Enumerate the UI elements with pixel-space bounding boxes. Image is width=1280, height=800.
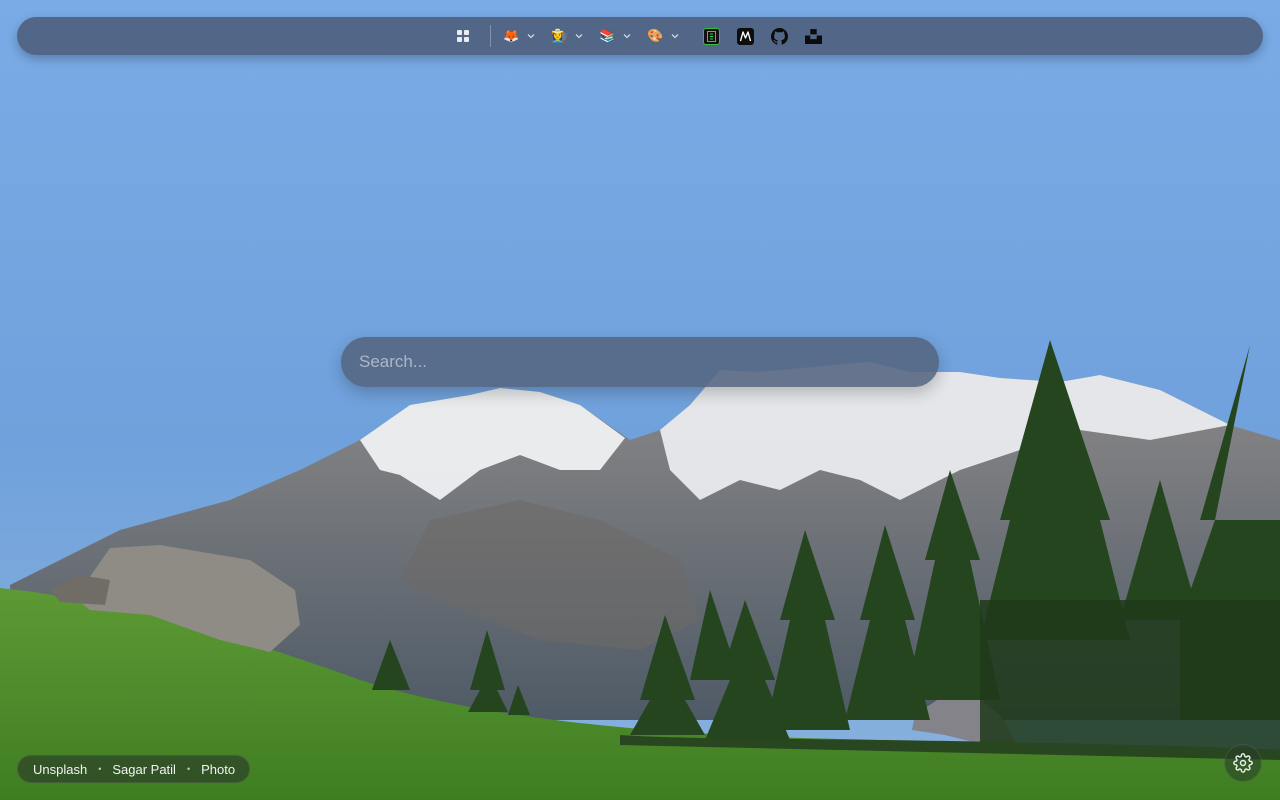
- bookmark-bar-divider: [489, 25, 491, 47]
- person-emoji-icon: 👩‍🌾: [551, 28, 568, 43]
- credit-author-link[interactable]: Sagar Patil: [112, 762, 176, 777]
- settings-button[interactable]: [1224, 744, 1262, 782]
- wallpaper-photo: [0, 0, 1280, 800]
- fox-emoji-icon: 🦊: [503, 28, 520, 43]
- gear-icon: [1233, 753, 1253, 773]
- chevron-down-icon: [527, 34, 534, 39]
- m-logo-icon: [737, 27, 754, 45]
- chevron-down-icon: [623, 34, 630, 39]
- search-input[interactable]: [341, 337, 939, 387]
- github-icon: [771, 27, 788, 45]
- bookmark-link-m[interactable]: [736, 26, 756, 46]
- credit-source-link[interactable]: Unsplash: [33, 762, 87, 777]
- bookmark-folder-person[interactable]: 👩‍🌾: [551, 23, 585, 49]
- terminal-site-icon: [703, 27, 720, 45]
- credit-separator: •: [98, 764, 102, 774]
- apps-grid-button[interactable]: [450, 23, 476, 49]
- credit-separator: •: [186, 764, 191, 774]
- chevron-down-icon: [671, 34, 678, 39]
- chevron-down-icon: [575, 34, 582, 39]
- bookmark-folder-palette[interactable]: 🎨: [647, 23, 681, 49]
- bookmark-link-github[interactable]: [770, 26, 790, 46]
- grid-icon: [456, 30, 469, 42]
- books-emoji-icon: 📚: [599, 28, 616, 43]
- bookmark-link-unsplash[interactable]: [804, 26, 824, 46]
- credit-photo-link[interactable]: Photo: [201, 762, 235, 777]
- bookmark-link-terminal[interactable]: [702, 26, 722, 46]
- palette-emoji-icon: 🎨: [647, 28, 664, 43]
- unsplash-icon: [805, 28, 822, 44]
- photo-credit: Unsplash • Sagar Patil • Photo: [17, 755, 251, 783]
- search-box: [341, 337, 939, 387]
- bookmark-folder-books[interactable]: 📚: [599, 23, 633, 49]
- bookmark-folder-fox[interactable]: 🦊: [503, 23, 537, 49]
- bookmark-bar: 🦊 👩‍🌾 📚 🎨: [17, 17, 1263, 55]
